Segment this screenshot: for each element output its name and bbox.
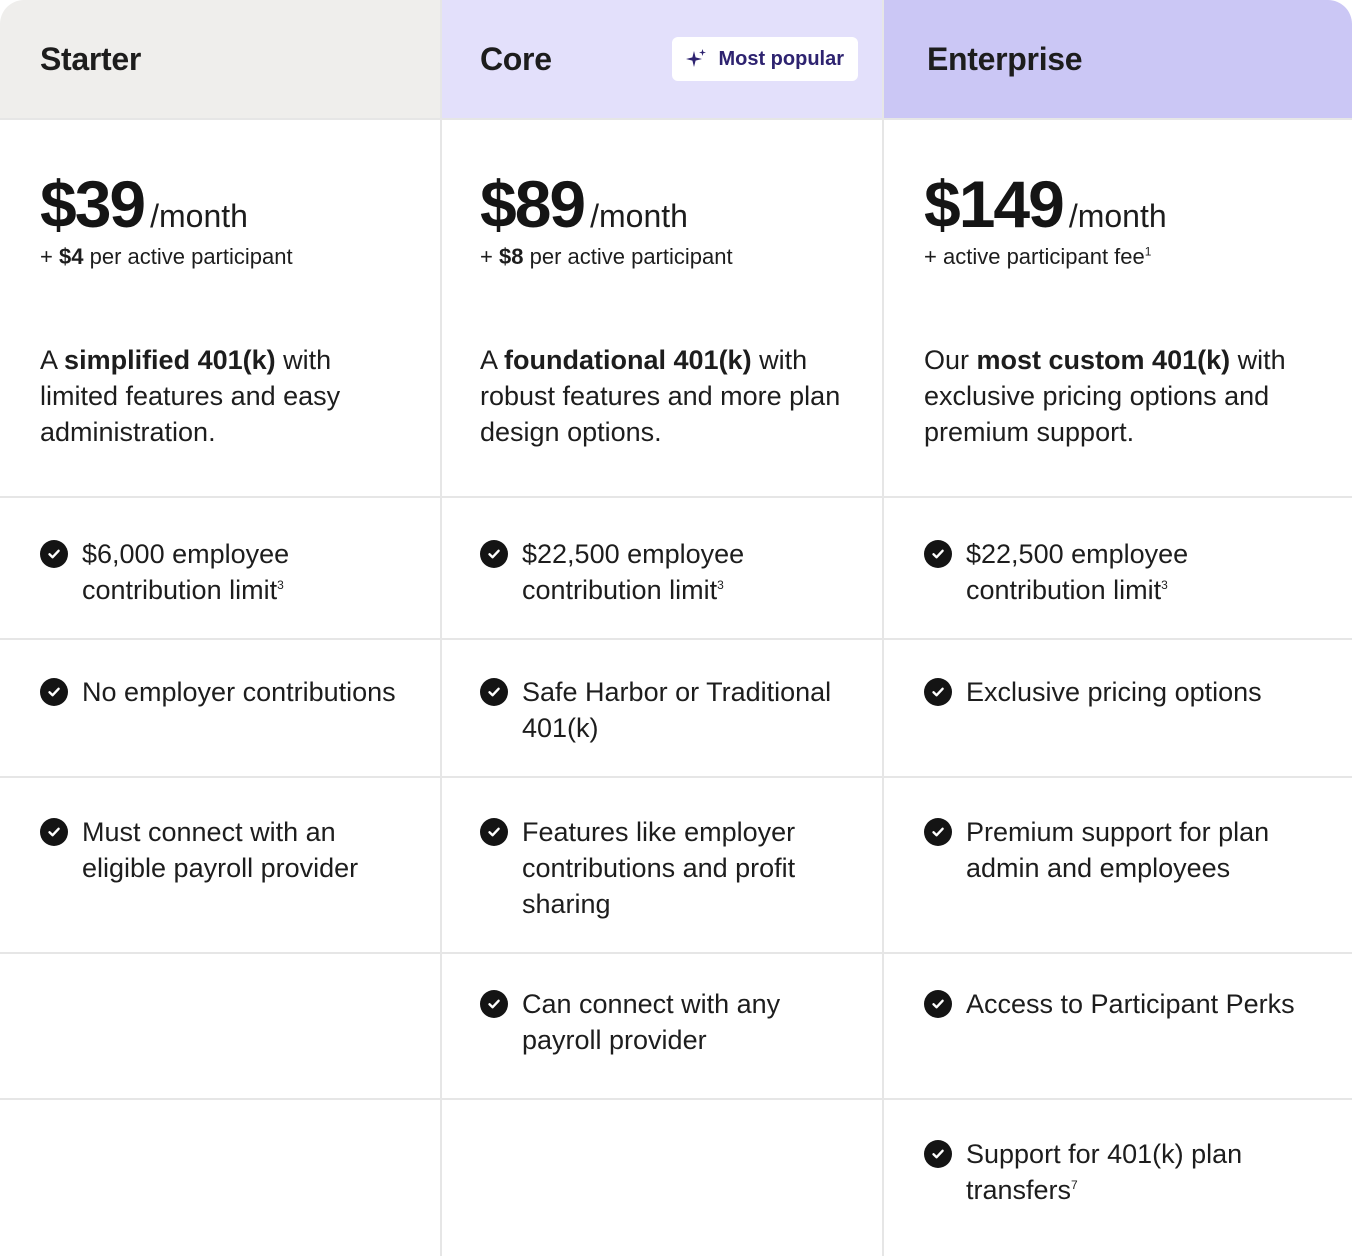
price-block: $149 /month + active participant fee1 Ou… xyxy=(884,120,1352,498)
badge-label: Most popular xyxy=(718,47,844,70)
plan-column-starter: Starter $39 /month + $4 per active parti… xyxy=(0,0,442,1256)
feature-text: Exclusive pricing options xyxy=(966,677,1262,707)
feature-row: Support for 401(k) plan transfers7 xyxy=(884,1100,1352,1254)
price-period: /month xyxy=(1068,198,1167,234)
sparkle-icon xyxy=(686,49,707,67)
feature-row-empty xyxy=(442,1100,882,1254)
feature-text: $22,500 employee contribution limit3 xyxy=(522,539,745,605)
price-line: $149 /month xyxy=(924,166,1167,242)
plan-header: Enterprise xyxy=(884,0,1352,120)
feature-text: Access to Participant Perks xyxy=(966,989,1295,1019)
price-line: $39 /month xyxy=(40,166,248,242)
plan-column-core: Core Most popular $89 /month + $8 per ac… xyxy=(442,0,884,1256)
participant-fee: + $8 per active participant xyxy=(480,244,733,269)
plan-column-enterprise: Enterprise $149 /month + active particip… xyxy=(884,0,1352,1256)
feature-row: $22,500 employee contribution limit3 xyxy=(884,498,1352,640)
feature-row: $6,000 employee contribution limit3 xyxy=(0,498,440,640)
price-amount: $89 xyxy=(480,167,586,241)
check-circle-icon xyxy=(40,540,68,568)
price-amount: $39 xyxy=(40,167,146,241)
check-circle-icon xyxy=(924,818,952,846)
price-line: $89 /month xyxy=(480,166,688,242)
feature-row: Safe Harbor or Traditional 401(k) xyxy=(442,640,882,778)
plan-name: Enterprise xyxy=(927,40,1083,77)
check-circle-icon xyxy=(480,990,508,1018)
plan-description: Our most custom 401(k) with exclusive pr… xyxy=(924,345,1286,447)
pricing-table: Starter $39 /month + $4 per active parti… xyxy=(0,0,1352,1256)
price-period: /month xyxy=(150,198,248,234)
plan-name: Starter xyxy=(40,40,142,77)
price-block: $39 /month + $4 per active participant A… xyxy=(0,120,440,498)
feature-text: $22,500 employee contribution limit3 xyxy=(966,539,1189,605)
plan-description: A simplified 401(k) with limited feature… xyxy=(40,345,341,447)
feature-row: Features like employer contributions and… xyxy=(442,778,882,954)
check-circle-icon xyxy=(40,818,68,846)
feature-text: No employer contributions xyxy=(82,677,396,707)
feature-text: Must connect with an eligible payroll pr… xyxy=(82,817,359,883)
check-circle-icon xyxy=(924,990,952,1018)
plan-header: Starter xyxy=(0,0,440,120)
feature-row: Premium support for plan admin and emplo… xyxy=(884,778,1352,954)
feature-row-empty xyxy=(0,954,440,1100)
check-circle-icon xyxy=(924,678,952,706)
feature-row: Access to Participant Perks xyxy=(884,954,1352,1100)
feature-text: Safe Harbor or Traditional 401(k) xyxy=(522,677,832,743)
most-popular-badge: Most popular xyxy=(672,37,858,81)
feature-row-empty xyxy=(0,1100,440,1254)
plan-name: Core xyxy=(480,40,552,77)
feature-text: Can connect with any payroll provider xyxy=(522,989,781,1055)
check-circle-icon xyxy=(480,540,508,568)
feature-row: Must connect with an eligible payroll pr… xyxy=(0,778,440,954)
feature-row: Exclusive pricing options xyxy=(884,640,1352,778)
feature-row: Can connect with any payroll provider xyxy=(442,954,882,1100)
feature-text: $6,000 employee contribution limit3 xyxy=(82,539,290,605)
check-circle-icon xyxy=(480,678,508,706)
participant-fee: + active participant fee1 xyxy=(924,244,1152,269)
feature-row: $22,500 employee contribution limit3 xyxy=(442,498,882,640)
check-circle-icon xyxy=(480,818,508,846)
price-block: $89 /month + $8 per active participant A… xyxy=(442,120,882,498)
price-amount: $149 xyxy=(924,167,1065,241)
feature-text: Features like employer contributions and… xyxy=(522,817,796,919)
plan-header: Core Most popular xyxy=(442,0,882,120)
check-circle-icon xyxy=(924,540,952,568)
participant-fee: + $4 per active participant xyxy=(40,244,293,269)
price-period: /month xyxy=(590,198,688,234)
feature-text: Support for 401(k) plan transfers7 xyxy=(966,1139,1243,1205)
check-circle-icon xyxy=(40,678,68,706)
feature-row: No employer contributions xyxy=(0,640,440,778)
plan-description: A foundational 401(k) with robust featur… xyxy=(480,345,841,447)
feature-text: Premium support for plan admin and emplo… xyxy=(966,817,1270,883)
check-circle-icon xyxy=(924,1140,952,1168)
